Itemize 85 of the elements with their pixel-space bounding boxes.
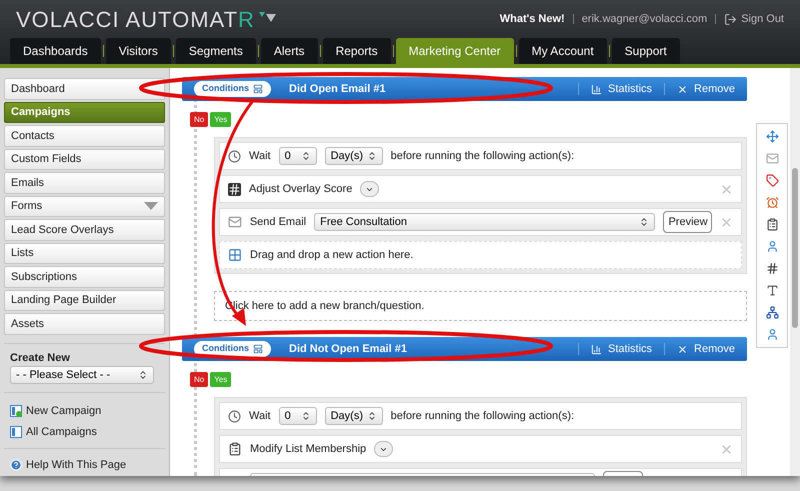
sidebar-item[interactable]: Lists bbox=[4, 242, 165, 264]
sidebar-item[interactable]: Campaigns bbox=[4, 102, 165, 123]
help-icon bbox=[10, 459, 22, 472]
sidebar-item[interactable]: Subscriptions bbox=[4, 266, 165, 288]
close-icon bbox=[677, 84, 688, 94]
clipboard-icon bbox=[228, 442, 242, 456]
mail-icon[interactable] bbox=[766, 152, 778, 165]
drag-icon bbox=[228, 248, 242, 262]
sidebar-item[interactable]: Lead Score Overlays bbox=[4, 219, 165, 240]
layout-icon bbox=[253, 344, 263, 354]
condition-title: Did Open Email #1 bbox=[289, 82, 386, 97]
mail-icon bbox=[228, 215, 242, 229]
action-description: before running the following action(s): bbox=[390, 408, 574, 424]
text-field-icon[interactable] bbox=[766, 284, 778, 297]
chart-icon bbox=[591, 84, 602, 94]
alarm-clock-icon[interactable] bbox=[766, 196, 778, 209]
logo: VOLACCI AUTOMATR bbox=[16, 6, 255, 34]
network-icon[interactable] bbox=[766, 306, 778, 319]
user-icon[interactable] bbox=[766, 240, 778, 253]
clipboard-icon[interactable] bbox=[766, 218, 778, 231]
tag-icon[interactable] bbox=[766, 174, 778, 187]
remove-button[interactable]: Remove bbox=[677, 80, 735, 98]
drop-zone[interactable]: Drag and drop a new action here. bbox=[219, 241, 742, 269]
nav-tab[interactable]: Marketing Center bbox=[396, 38, 514, 64]
number-select[interactable]: 0 bbox=[278, 407, 317, 425]
statistics-button[interactable]: Statistics bbox=[591, 340, 652, 358]
clock-icon bbox=[228, 150, 241, 162]
move-icon[interactable] bbox=[766, 130, 778, 143]
statistics-button[interactable]: Statistics bbox=[591, 80, 652, 98]
nav-tab[interactable]: Dashboards bbox=[10, 38, 101, 64]
remove-button[interactable]: Remove bbox=[677, 340, 735, 358]
action-label: Wait bbox=[249, 408, 271, 424]
layout-icon bbox=[253, 84, 263, 94]
sign-out-icon bbox=[724, 12, 738, 26]
nav-tab[interactable]: My Account bbox=[518, 38, 607, 64]
nav-tab[interactable]: Alerts bbox=[260, 38, 318, 64]
condition-title: Did Not Open Email #1 bbox=[289, 342, 407, 357]
sidebar-item[interactable]: Custom Fields bbox=[4, 148, 165, 170]
no-button[interactable]: No bbox=[190, 372, 208, 387]
nav-tab[interactable]: Support bbox=[612, 38, 680, 64]
whats-new-link[interactable]: What's New! bbox=[500, 10, 565, 28]
conditions-button[interactable]: Conditions bbox=[194, 81, 271, 97]
score-icon bbox=[228, 182, 241, 196]
stepper-icon bbox=[366, 411, 377, 421]
sidebar-link[interactable]: All Campaigns bbox=[10, 424, 159, 440]
stepper-icon bbox=[300, 151, 311, 161]
no-button[interactable]: No bbox=[190, 112, 208, 127]
unit-select[interactable]: Day(s) bbox=[324, 147, 383, 165]
preview-button[interactable]: Preview bbox=[663, 211, 712, 233]
create-new-select[interactable]: - - Please Select - - bbox=[10, 366, 154, 384]
conditions-button[interactable]: Conditions bbox=[194, 341, 271, 357]
sidebar-item[interactable]: Assets bbox=[4, 313, 165, 334]
user-email-link[interactable]: erik.wagner@volacci.com bbox=[582, 10, 708, 28]
stepper-icon bbox=[300, 411, 311, 421]
action-label: Adjust Overlay Score bbox=[249, 182, 352, 197]
clock-icon bbox=[228, 410, 241, 422]
number-select[interactable]: 0 bbox=[278, 147, 317, 165]
sidebar-item[interactable]: Emails bbox=[4, 172, 165, 194]
action-description: before running the following action(s): bbox=[390, 148, 574, 164]
nav-tab[interactable]: Reports bbox=[322, 38, 391, 64]
score-icon[interactable] bbox=[766, 262, 778, 275]
create-new-label: Create New bbox=[10, 350, 71, 366]
help-link[interactable]: Help With This Page bbox=[10, 457, 159, 474]
unit-select[interactable]: Day(s) bbox=[324, 407, 383, 425]
stepper-icon bbox=[138, 370, 148, 380]
sidebar-item[interactable]: Contacts bbox=[4, 125, 165, 146]
sidebar-item[interactable]: Dashboard bbox=[4, 78, 165, 100]
sidebar-item[interactable]: Landing Page Builder bbox=[4, 290, 165, 311]
nav-tab[interactable]: Segments bbox=[176, 38, 256, 64]
new-item-icon bbox=[10, 405, 22, 418]
close-icon bbox=[677, 344, 688, 354]
chart-icon bbox=[591, 344, 602, 354]
email-select[interactable]: Free Consultation bbox=[314, 213, 656, 231]
stepper-icon bbox=[366, 151, 377, 161]
stepper-icon bbox=[639, 217, 650, 227]
sidebar-link[interactable]: New Campaign bbox=[10, 403, 159, 420]
action-label: Wait bbox=[249, 148, 271, 164]
list-icon bbox=[10, 426, 22, 438]
sign-out-link[interactable]: Sign Out bbox=[724, 10, 784, 28]
user-icon[interactable] bbox=[766, 328, 778, 341]
action-label: Modify List Membership bbox=[250, 442, 366, 457]
scrollbar-thumb[interactable] bbox=[792, 168, 798, 328]
sidebar-item[interactable]: Forms bbox=[4, 196, 165, 217]
action-label: Send Email bbox=[250, 214, 306, 230]
nav-tab[interactable]: Visitors bbox=[106, 38, 171, 64]
